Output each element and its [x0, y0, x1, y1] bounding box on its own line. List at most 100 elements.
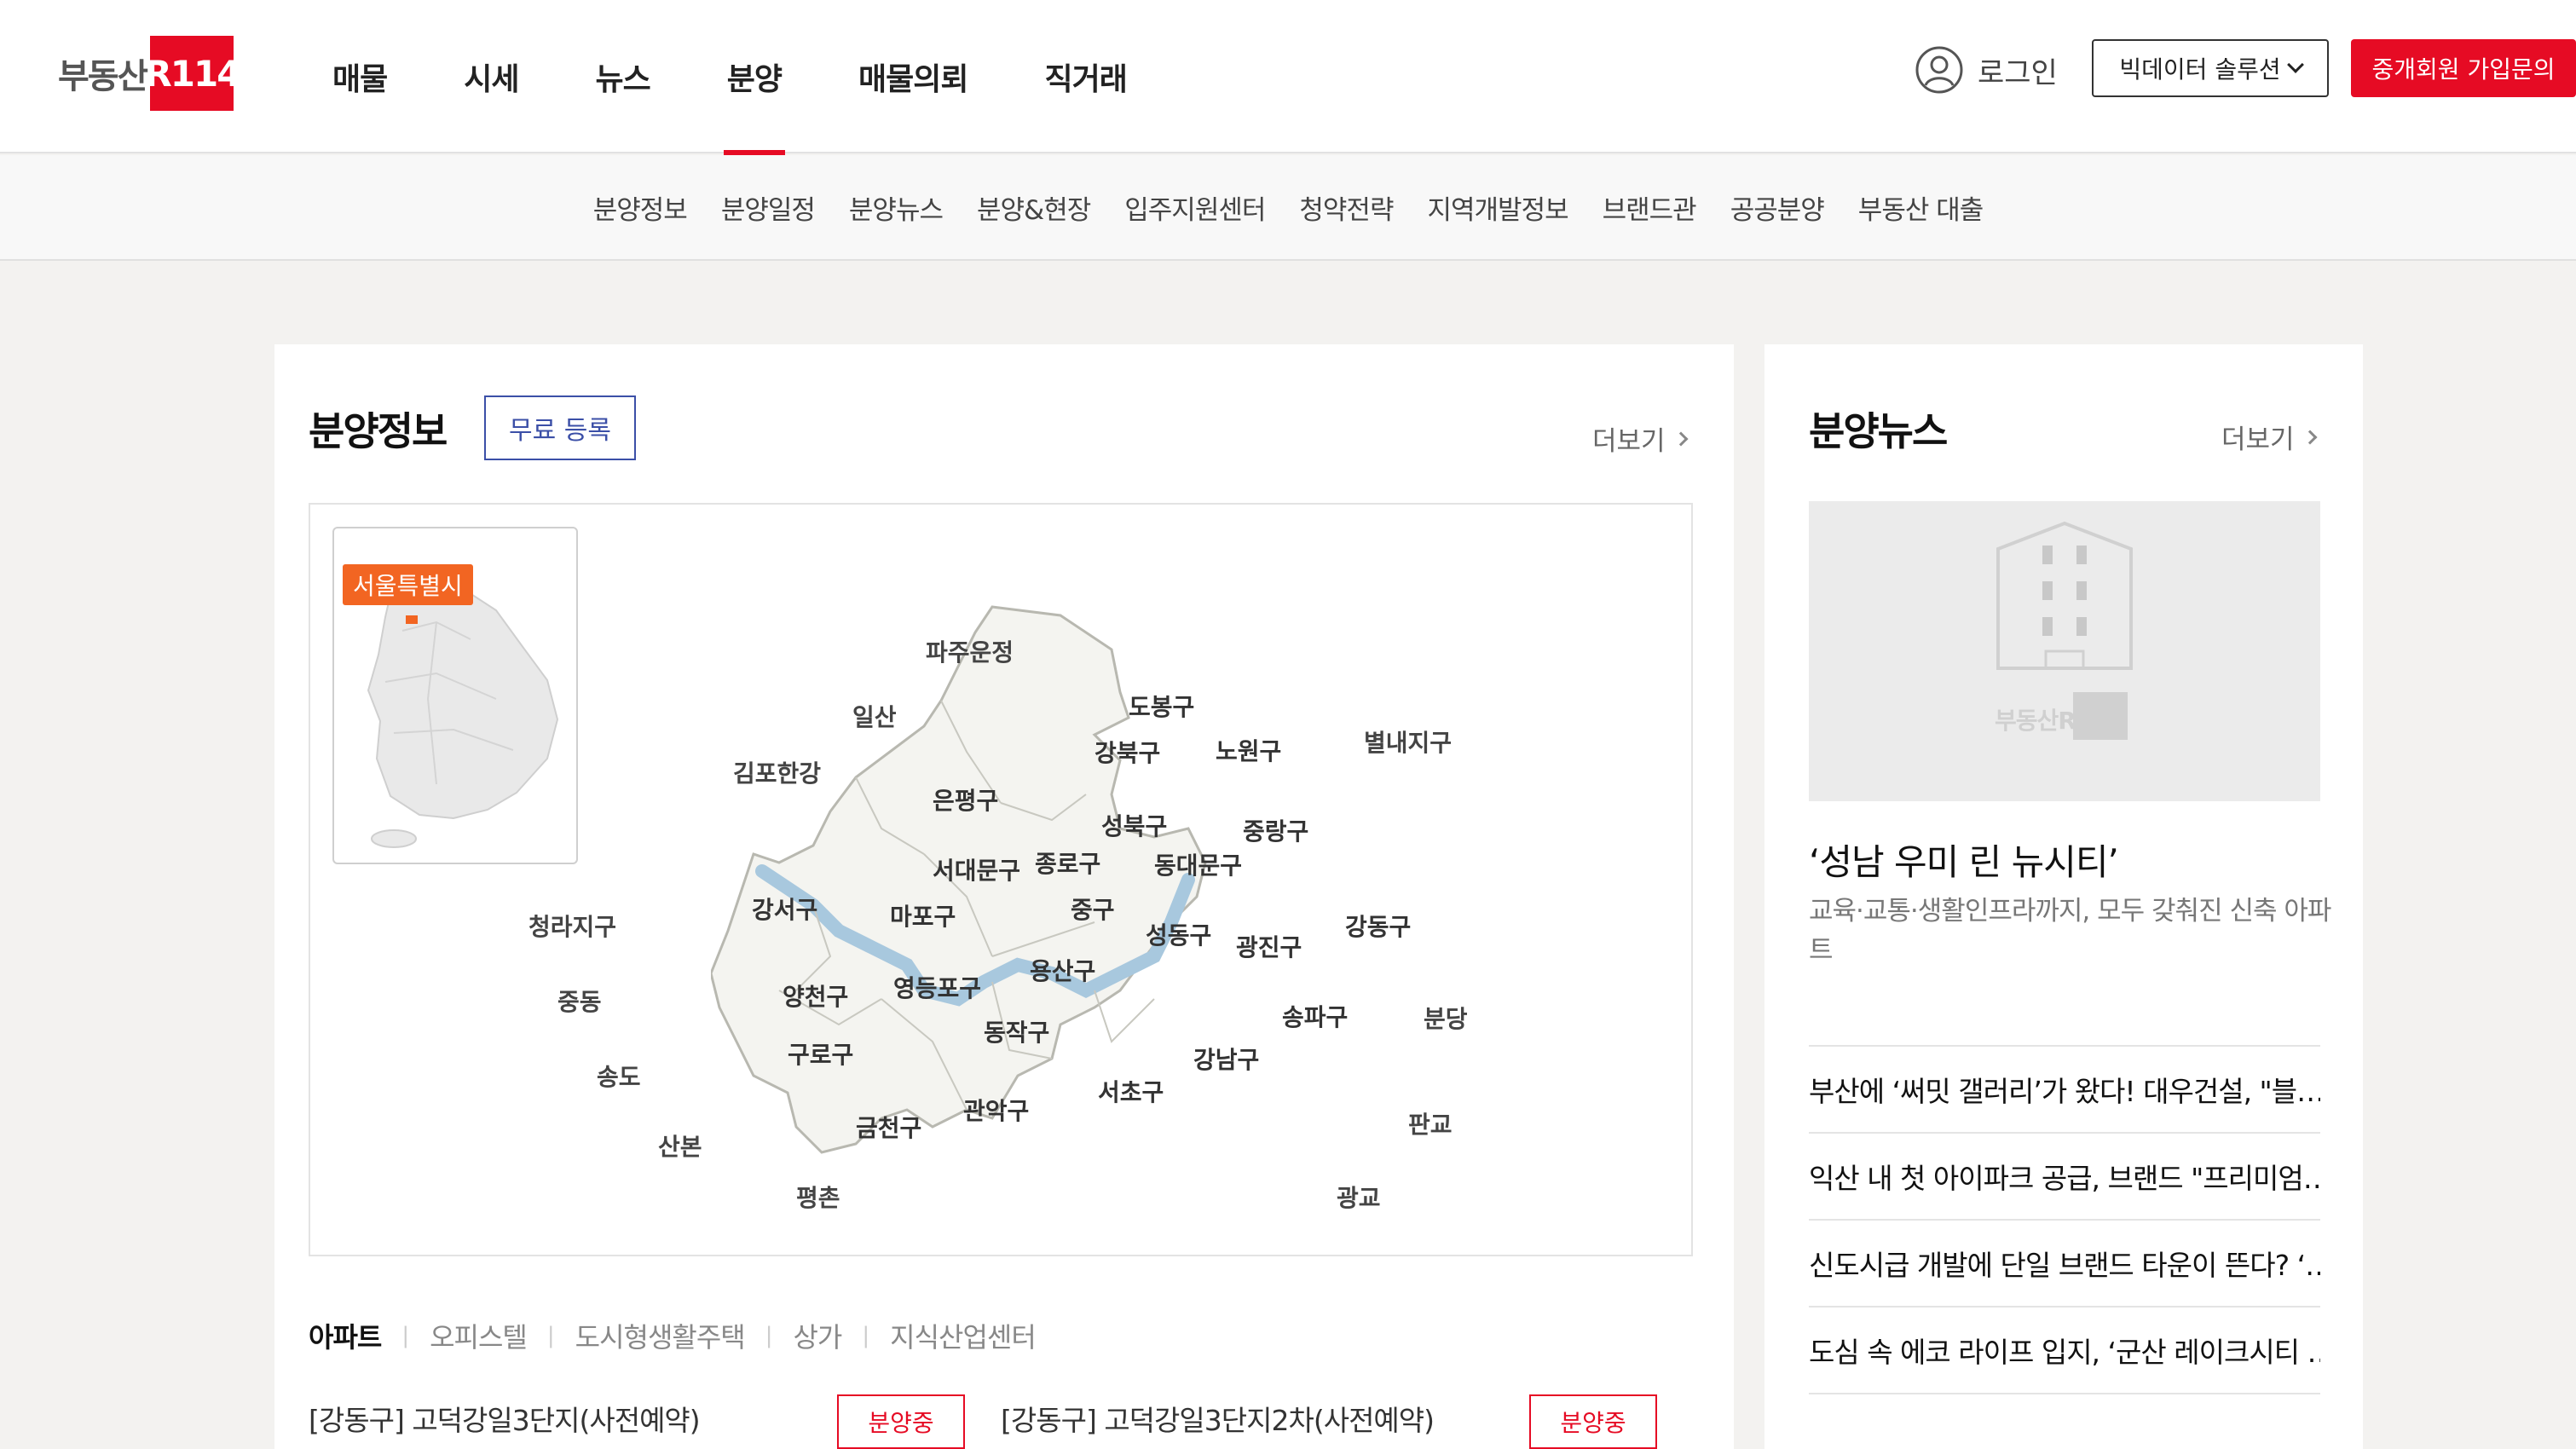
area-pyeongchon[interactable]: 평촌 [796, 1180, 840, 1214]
subnav-item-news[interactable]: 분양뉴스 [849, 188, 944, 227]
property-type-tabs: 아파트 | 오피스텔 | 도시형생활주택 | 상가 | 지식산업센터 [309, 1316, 1037, 1355]
area-gimpo-hangang[interactable]: 김포한강 [733, 755, 821, 789]
top-header: 부동산 R114 매물 시세 뉴스 분양 매물의뢰 직거래 로그인 빅데이터 솔… [0, 0, 2576, 155]
nav-item-listings[interactable]: 매물 [332, 0, 388, 153]
tab-divider: | [862, 1323, 870, 1348]
nav-item-news[interactable]: 뉴스 [596, 0, 651, 153]
bigdata-label: 빅데이터 솔루션 [2119, 55, 2281, 84]
subnav-item-loan[interactable]: 부동산 대출 [1858, 188, 1984, 227]
building-placeholder-icon [1996, 521, 2133, 740]
district-seongbuk[interactable]: 성북구 [1101, 808, 1167, 842]
area-gwanggyo[interactable]: 광교 [1337, 1180, 1381, 1214]
subnav-item-schedule[interactable]: 분양일정 [721, 188, 816, 227]
main-nav: 매물 시세 뉴스 분양 매물의뢰 직거래 [332, 0, 1204, 155]
login-link[interactable]: 로그인 [1915, 44, 2058, 95]
tab-divider: | [765, 1323, 773, 1348]
district-songpa[interactable]: 송파구 [1282, 999, 1348, 1033]
news-panel: 분양뉴스 더보기 부동산R114 ‘성남 우미 린 뉴시티’ 교육·교통·생활인… [1765, 344, 2363, 1449]
chevron-right-icon [2302, 430, 2318, 444]
site-logo[interactable]: 부동산 R114 [58, 36, 241, 111]
seoul-tag: 서울특별시 [343, 564, 473, 605]
nav-item-direct[interactable]: 직거래 [1044, 0, 1127, 153]
nav-item-request[interactable]: 매물의뢰 [858, 0, 968, 153]
listing-item[interactable]: [강동구] 고덕강일3단지2차(사전예약) [1001, 1398, 1435, 1439]
news-list-item[interactable]: 신도시급 개발에 단일 브랜드 타운이 뜬다? ‘… [1809, 1219, 2320, 1306]
area-cheongna[interactable]: 청라지구 [528, 909, 616, 943]
district-yongsan[interactable]: 용산구 [1030, 953, 1095, 987]
tab-commercial[interactable]: 상가 [793, 1316, 842, 1355]
tab-urban-housing[interactable]: 도시형생활주택 [575, 1316, 746, 1355]
thumbnail-logo: 부동산R114 [1995, 707, 2123, 735]
subnav-item-regional[interactable]: 지역개발정보 [1427, 188, 1568, 227]
district-jongno[interactable]: 종로구 [1035, 846, 1100, 880]
district-gangdong[interactable]: 강동구 [1345, 909, 1411, 943]
more-label: 더보기 [2221, 424, 2295, 455]
district-dongdaemun[interactable]: 동대문구 [1154, 847, 1242, 881]
district-yangcheon[interactable]: 양천구 [783, 979, 848, 1013]
district-gwanak[interactable]: 관악구 [963, 1093, 1029, 1127]
news-list-item[interactable]: 도심 속 에코 라이프 입지, ‘군산 레이크시티 … [1809, 1306, 2320, 1393]
area-pangyo[interactable]: 판교 [1408, 1106, 1453, 1140]
tab-apartment[interactable]: 아파트 [309, 1316, 382, 1355]
subnav-item-brand[interactable]: 브랜드관 [1603, 188, 1697, 227]
tab-divider: | [546, 1323, 555, 1348]
news-more-link[interactable]: 더보기 [2221, 418, 2318, 456]
district-nowon[interactable]: 노원구 [1216, 733, 1281, 767]
district-jung[interactable]: 중구 [1071, 892, 1115, 926]
area-bundang[interactable]: 분당 [1424, 1001, 1468, 1035]
district-dongjak[interactable]: 동작구 [984, 1014, 1049, 1048]
nav-item-presale[interactable]: 분양 [723, 0, 786, 155]
logo-text: 부동산 [58, 57, 148, 96]
area-byeollae[interactable]: 별내지구 [1364, 724, 1452, 759]
chevron-down-icon [2286, 56, 2304, 73]
news-list-item[interactable]: 부산에 ‘써밋 갤러리’가 왔다! 대우건설, "블… [1809, 1045, 2320, 1132]
tab-knowledge-center[interactable]: 지식산업센터 [890, 1316, 1037, 1355]
korea-mini-map[interactable]: 서울특별시 [332, 527, 578, 864]
subnav-item-site[interactable]: 분양&현장 [977, 188, 1091, 227]
district-seodaemun[interactable]: 서대문구 [933, 852, 1020, 886]
area-sanbon[interactable]: 산본 [658, 1129, 702, 1163]
subnav-item-strategy[interactable]: 청약전략 [1299, 188, 1394, 227]
more-link[interactable]: 더보기 [1592, 419, 1689, 458]
logo-badge: R114 [144, 36, 241, 111]
news-headline[interactable]: ‘성남 우미 린 뉴시티’ [1809, 834, 2119, 886]
area-paju-unjeong[interactable]: 파주운정 [926, 634, 1014, 668]
tab-officetel[interactable]: 오피스텔 [430, 1316, 528, 1355]
district-yeongdeungpo[interactable]: 영등포구 [893, 970, 981, 1004]
district-dobong[interactable]: 도봉구 [1129, 689, 1194, 723]
district-jungnang[interactable]: 중랑구 [1243, 813, 1308, 847]
section-title: 분양정보 [309, 408, 448, 454]
listing-item[interactable]: [강동구] 고덕강일3단지(사전예약) [309, 1398, 701, 1439]
subnav-item-movein[interactable]: 입주지원센터 [1124, 188, 1266, 227]
tab-divider: | [401, 1323, 410, 1348]
district-seongdong[interactable]: 성동구 [1146, 917, 1211, 951]
bigdata-solution-dropdown[interactable]: 빅데이터 솔루션 [2092, 39, 2329, 97]
chevron-right-icon [1673, 431, 1689, 446]
free-register-button[interactable]: 무료 등록 [484, 395, 636, 460]
district-gangbuk[interactable]: 강북구 [1095, 735, 1160, 769]
district-gwangjin[interactable]: 광진구 [1236, 929, 1302, 963]
district-gangnam[interactable]: 강남구 [1193, 1042, 1259, 1076]
district-guro[interactable]: 구로구 [788, 1036, 853, 1071]
news-thumbnail[interactable]: 부동산R114 [1809, 501, 2320, 801]
nav-item-prices[interactable]: 시세 [464, 0, 519, 153]
district-geumcheon[interactable]: 금천구 [856, 1110, 921, 1144]
agent-join-button[interactable]: 중개회원 가입문의 [2351, 39, 2576, 97]
area-jungdong[interactable]: 중동 [557, 984, 602, 1018]
status-badge: 분양중 [1529, 1394, 1657, 1449]
subnav-item-public[interactable]: 공공분양 [1730, 188, 1825, 227]
more-label: 더보기 [1592, 426, 1666, 457]
area-songdo[interactable]: 송도 [597, 1059, 641, 1093]
news-title: 분양뉴스 [1809, 408, 1948, 454]
subnav-item-info[interactable]: 분양정보 [593, 188, 688, 227]
region-map: 서울특별시 도봉구 노원구 강북구 은평구 성북구 중랑구 종로구 서대문구 동… [309, 503, 1693, 1256]
district-gangseo[interactable]: 강서구 [752, 892, 817, 926]
area-ilsan[interactable]: 일산 [852, 699, 897, 733]
district-seocho[interactable]: 서초구 [1098, 1074, 1164, 1108]
district-mapo[interactable]: 마포구 [890, 898, 956, 932]
login-label: 로그인 [1978, 55, 2058, 90]
news-list-item[interactable] [1809, 1393, 2320, 1449]
district-eunpyeong[interactable]: 은평구 [933, 782, 998, 817]
news-list-item[interactable]: 익산 내 첫 아이파크 공급, 브랜드 "프리미엄… [1809, 1132, 2320, 1219]
sale-info-panel: 분양정보 무료 등록 더보기 서울특별시 도봉구 노원구 강북구 은평구 성북구… [274, 344, 1734, 1449]
